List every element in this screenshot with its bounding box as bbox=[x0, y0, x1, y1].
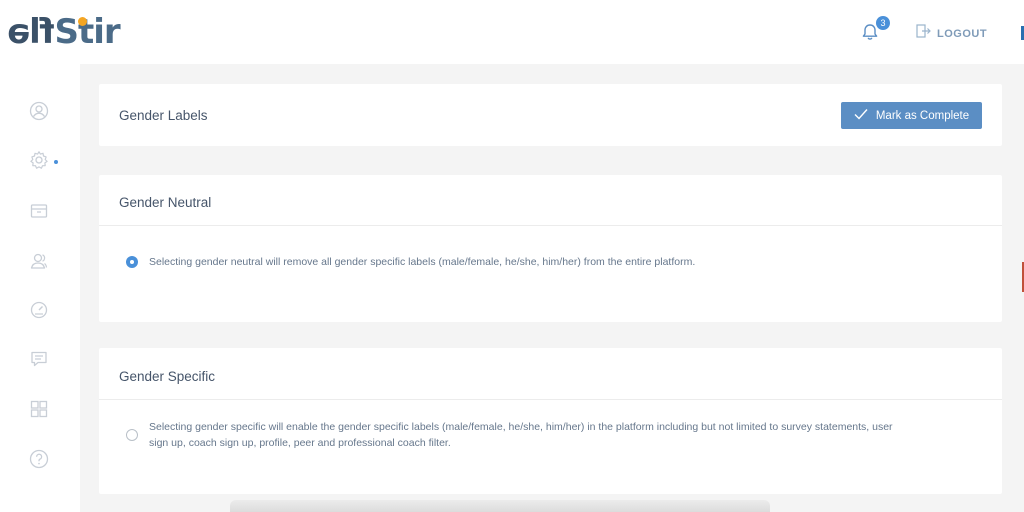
logo-main-text: Stir bbox=[54, 12, 121, 52]
gender-specific-radio[interactable] bbox=[126, 429, 138, 441]
gender-specific-title: Gender Specific bbox=[119, 369, 216, 384]
sidebar-item-messages[interactable] bbox=[28, 350, 50, 372]
checkmark-icon bbox=[854, 108, 868, 123]
gender-neutral-card: Gender Neutral Selecting gender neutral … bbox=[99, 175, 1002, 322]
gender-neutral-radio[interactable] bbox=[126, 256, 138, 268]
sidebar-item-settings[interactable] bbox=[28, 150, 50, 175]
logo-flipped-text: flə bbox=[8, 12, 55, 52]
app-logo[interactable]: flə Stir bbox=[8, 12, 121, 52]
gear-icon bbox=[29, 150, 49, 175]
sidebar-item-help[interactable] bbox=[28, 449, 50, 474]
logout-label: LOGOUT bbox=[937, 27, 988, 40]
gauge-icon bbox=[29, 300, 49, 325]
help-icon bbox=[29, 449, 49, 474]
sidebar-item-users[interactable] bbox=[28, 252, 50, 274]
mark-as-complete-button[interactable]: Mark as Complete bbox=[841, 102, 982, 129]
sidebar-item-archive[interactable] bbox=[28, 202, 50, 224]
logout-icon bbox=[915, 23, 931, 44]
sidebar-item-dashboard[interactable] bbox=[28, 301, 50, 323]
gender-labels-card: Gender Labels Mark as Complete bbox=[99, 84, 1002, 146]
notification-badge[interactable]: 3 bbox=[876, 16, 890, 30]
user-circle-icon bbox=[29, 101, 49, 126]
mark-as-complete-label: Mark as Complete bbox=[875, 109, 970, 122]
page-title: Gender Labels bbox=[119, 108, 208, 123]
logo-dot bbox=[78, 17, 87, 26]
sidebar bbox=[0, 64, 80, 512]
archive-box-icon bbox=[29, 201, 49, 226]
gender-neutral-title: Gender Neutral bbox=[119, 195, 212, 210]
sidebar-item-apps[interactable] bbox=[28, 400, 50, 422]
gender-specific-description-line2: sign up, coach sign up, profile, peer an… bbox=[149, 437, 451, 449]
card-divider bbox=[99, 399, 1002, 400]
gender-specific-description-line1: Selecting gender specific will enable th… bbox=[149, 421, 893, 433]
chat-icon bbox=[29, 349, 49, 374]
logout-button[interactable]: LOGOUT bbox=[915, 23, 987, 44]
card-divider bbox=[99, 225, 1002, 226]
users-icon bbox=[29, 251, 49, 276]
top-bar: flə Stir 3 LOGOUT bbox=[0, 0, 1024, 64]
sidebar-item-profile[interactable] bbox=[28, 101, 50, 126]
scroll-shadow bbox=[230, 500, 770, 512]
active-indicator-dot bbox=[54, 160, 58, 164]
gender-neutral-description: Selecting gender neutral will remove all… bbox=[149, 256, 696, 268]
gender-specific-description: Selecting gender specific will enable th… bbox=[149, 419, 893, 451]
grid-icon bbox=[29, 399, 49, 424]
gender-specific-card: Gender Specific Selecting gender specifi… bbox=[99, 348, 1002, 494]
